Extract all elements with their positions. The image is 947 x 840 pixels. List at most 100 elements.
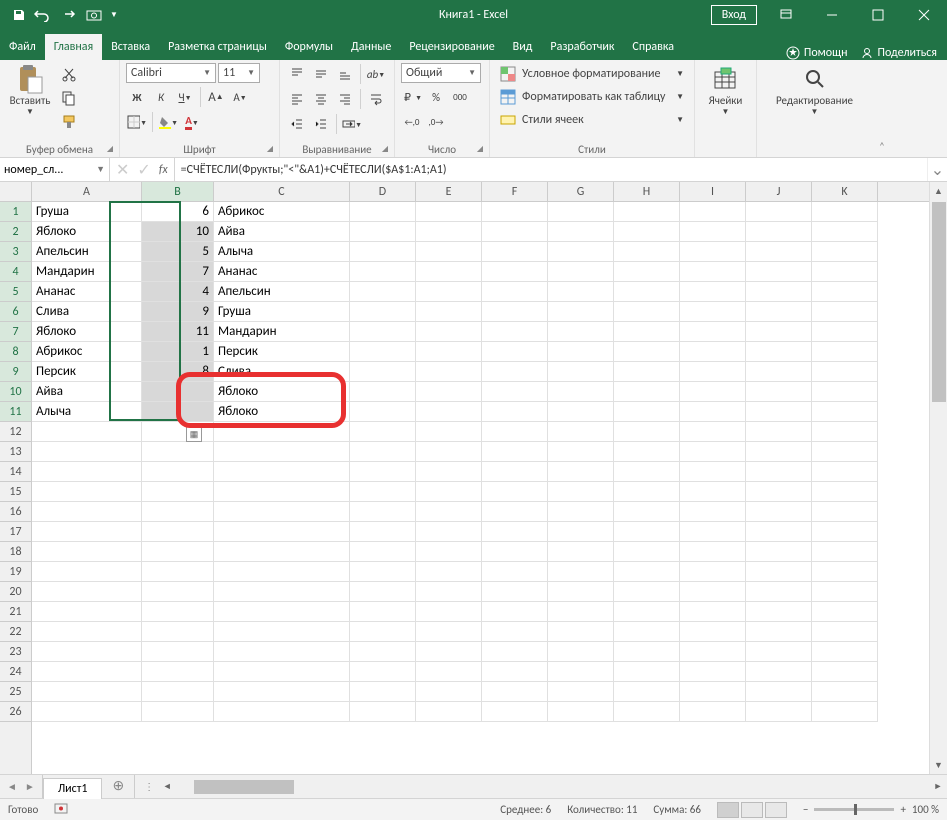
cell[interactable]: Персик: [32, 362, 142, 382]
cell[interactable]: [548, 442, 614, 462]
cell[interactable]: [548, 582, 614, 602]
cell[interactable]: [548, 462, 614, 482]
cell[interactable]: [680, 202, 746, 222]
horizontal-scrollbar[interactable]: ⋮ ◄ ►: [134, 775, 947, 798]
row-header[interactable]: 10: [0, 382, 31, 402]
cell[interactable]: [416, 242, 482, 262]
cell[interactable]: Груша: [32, 202, 142, 222]
cell[interactable]: [548, 202, 614, 222]
increase-indent-button[interactable]: [310, 113, 332, 135]
cell[interactable]: [746, 222, 812, 242]
cell[interactable]: [350, 262, 416, 282]
cell[interactable]: [548, 662, 614, 682]
cell[interactable]: [746, 702, 812, 722]
cell[interactable]: [812, 642, 878, 662]
cell[interactable]: [614, 402, 680, 422]
cell[interactable]: [812, 522, 878, 542]
copy-button[interactable]: [58, 87, 80, 109]
dialog-launcher-icon[interactable]: ◢: [477, 144, 483, 154]
cell[interactable]: [812, 422, 878, 442]
cell[interactable]: [680, 622, 746, 642]
cell[interactable]: [32, 622, 142, 642]
cell[interactable]: [416, 282, 482, 302]
cancel-icon[interactable]: ✕: [116, 160, 129, 180]
maximize-button[interactable]: [855, 0, 901, 30]
cell[interactable]: [32, 522, 142, 542]
align-left-button[interactable]: [286, 88, 308, 110]
tab-developer[interactable]: Разработчик: [541, 34, 623, 60]
cell[interactable]: [746, 462, 812, 482]
cell[interactable]: [614, 382, 680, 402]
cell[interactable]: [746, 402, 812, 422]
cell[interactable]: [812, 542, 878, 562]
cell[interactable]: [812, 442, 878, 462]
cell[interactable]: [614, 442, 680, 462]
cell[interactable]: [416, 582, 482, 602]
bold-button[interactable]: Ж: [126, 86, 148, 108]
fill-color-button[interactable]: ▼: [157, 111, 179, 133]
cell[interactable]: [746, 382, 812, 402]
normal-view-icon[interactable]: [717, 802, 739, 818]
cell[interactable]: [680, 642, 746, 662]
cell[interactable]: [746, 602, 812, 622]
cell[interactable]: [482, 262, 548, 282]
tab-review[interactable]: Рецензирование: [400, 34, 503, 60]
row-header[interactable]: 2: [0, 222, 31, 242]
align-bottom-button[interactable]: [334, 63, 356, 85]
cell[interactable]: [680, 362, 746, 382]
cell[interactable]: [416, 482, 482, 502]
row-header[interactable]: 15: [0, 482, 31, 502]
cell[interactable]: [548, 342, 614, 362]
share-button[interactable]: Поделиться: [860, 46, 937, 60]
cell[interactable]: [350, 682, 416, 702]
cell[interactable]: [746, 262, 812, 282]
align-middle-button[interactable]: [310, 63, 332, 85]
cell[interactable]: [416, 622, 482, 642]
cell[interactable]: Апельсин: [214, 282, 350, 302]
cell[interactable]: [614, 502, 680, 522]
font-size-combo[interactable]: 11▼: [218, 63, 260, 83]
row-header[interactable]: 12: [0, 422, 31, 442]
tell-me-button[interactable]: Помощн: [786, 46, 848, 60]
cell[interactable]: [142, 462, 214, 482]
cell[interactable]: [482, 502, 548, 522]
increase-decimal-button[interactable]: ←,0: [401, 111, 423, 133]
login-button[interactable]: Вход: [711, 5, 757, 25]
dialog-launcher-icon[interactable]: ◢: [267, 144, 273, 154]
cell[interactable]: [680, 402, 746, 422]
cell[interactable]: [482, 322, 548, 342]
cell[interactable]: 6: [142, 202, 214, 222]
cell[interactable]: [416, 522, 482, 542]
cell[interactable]: [680, 462, 746, 482]
row-header[interactable]: 25: [0, 682, 31, 702]
cell[interactable]: [416, 262, 482, 282]
column-header[interactable]: K: [812, 182, 878, 201]
italic-button[interactable]: К: [150, 86, 172, 108]
cell[interactable]: [746, 502, 812, 522]
cell[interactable]: [416, 422, 482, 442]
cell[interactable]: [614, 522, 680, 542]
name-box[interactable]: номер_сл...▼: [0, 158, 110, 181]
cell[interactable]: [350, 602, 416, 622]
row-header[interactable]: 23: [0, 642, 31, 662]
cell[interactable]: [416, 662, 482, 682]
cell[interactable]: [214, 482, 350, 502]
scrollbar-thumb[interactable]: [932, 202, 946, 402]
cell[interactable]: [214, 662, 350, 682]
cell[interactable]: [482, 702, 548, 722]
cell[interactable]: [214, 602, 350, 622]
cell[interactable]: Абрикос: [32, 342, 142, 362]
row-header[interactable]: 22: [0, 622, 31, 642]
cell[interactable]: [350, 382, 416, 402]
cell[interactable]: [416, 642, 482, 662]
cell[interactable]: [482, 542, 548, 562]
cell[interactable]: [614, 542, 680, 562]
cell[interactable]: [482, 402, 548, 422]
cell[interactable]: [32, 602, 142, 622]
format-as-table-button[interactable]: Форматировать как таблицу▼: [496, 86, 688, 108]
cell[interactable]: 11: [142, 322, 214, 342]
cell[interactable]: [680, 562, 746, 582]
cell[interactable]: [350, 302, 416, 322]
cell[interactable]: [746, 362, 812, 382]
cell[interactable]: [32, 422, 142, 442]
